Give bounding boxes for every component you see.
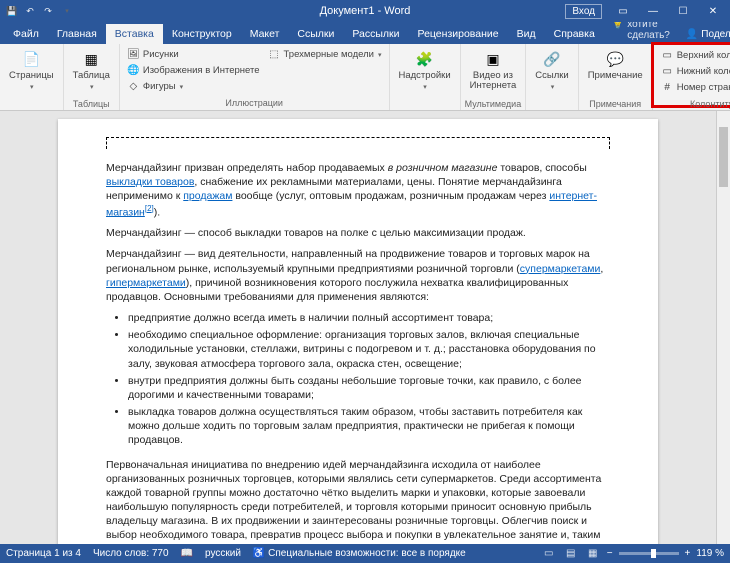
- tab-layout[interactable]: Макет: [241, 24, 289, 44]
- footer-icon: ▭: [661, 65, 674, 78]
- zoom-thumb[interactable]: [651, 549, 656, 558]
- close-icon[interactable]: ✕: [700, 1, 726, 21]
- tab-review[interactable]: Рецензирование: [409, 24, 508, 44]
- pagenum-button[interactable]: #Номер страницы▾: [658, 80, 730, 95]
- signin-button[interactable]: Вход: [565, 4, 602, 19]
- list-item[interactable]: внутри предприятия должны быть созданы н…: [128, 374, 610, 402]
- shapes-button[interactable]: ◇Фигуры▾: [124, 79, 263, 94]
- comment-icon: 💬: [605, 49, 625, 69]
- video-button[interactable]: ▣Видео из Интернета: [465, 47, 522, 95]
- document-area[interactable]: Мерчандайзинг призван определять набор п…: [0, 111, 716, 544]
- paragraph[interactable]: Первоначальная инициатива по внедрению и…: [106, 458, 610, 544]
- link[interactable]: выкладки товаров: [106, 176, 194, 188]
- tab-file[interactable]: Файл: [4, 24, 48, 44]
- tab-home[interactable]: Главная: [48, 24, 106, 44]
- 3dmodels-button[interactable]: ⬚Трехмерные модели▾: [265, 47, 385, 62]
- word-count[interactable]: Число слов: 770: [93, 548, 169, 559]
- zoom-level[interactable]: 119 %: [696, 548, 724, 559]
- tab-help[interactable]: Справка: [545, 24, 604, 44]
- list-item[interactable]: предприятие должно всегда иметь в наличи…: [128, 311, 610, 325]
- cube-icon: ⬚: [268, 48, 281, 61]
- print-layout-icon[interactable]: ▤: [563, 547, 579, 561]
- pages-button[interactable]: 📄Страницы▾: [4, 47, 59, 95]
- link-icon: 🔗: [542, 49, 562, 69]
- page-indicator[interactable]: Страница 1 из 4: [6, 548, 81, 559]
- tab-mailings[interactable]: Рассылки: [343, 24, 408, 44]
- language-indicator[interactable]: русский: [205, 548, 241, 559]
- paragraph[interactable]: Мерчандайзинг — вид деятельности, направ…: [106, 247, 610, 304]
- pagenum-icon: #: [661, 81, 674, 94]
- header-button[interactable]: ▭Верхний колонтитул▾: [658, 48, 730, 63]
- link[interactable]: супермаркетами: [520, 263, 601, 275]
- accessibility-indicator[interactable]: ♿ Специальные возможности: все в порядке: [253, 548, 466, 559]
- ribbon-opts-icon[interactable]: ▭: [610, 1, 636, 21]
- table-icon: ▦: [81, 49, 101, 69]
- spell-icon[interactable]: 📖: [181, 548, 193, 559]
- list-item[interactable]: необходимо специальное оформление: орган…: [128, 328, 610, 371]
- header-icon: ▭: [661, 49, 674, 62]
- scrollbar-thumb[interactable]: [719, 127, 728, 187]
- undo-icon[interactable]: ↶: [24, 5, 36, 17]
- links-button[interactable]: 🔗Ссылки▾: [530, 47, 573, 95]
- ribbon: 📄Страницы▾ ▦Таблица▾ Таблицы 🖼Рисунки 🌐И…: [0, 44, 730, 111]
- save-icon[interactable]: 💾: [6, 5, 18, 17]
- vertical-scrollbar[interactable]: [716, 111, 730, 544]
- paragraph[interactable]: Мерчандайзинг — способ выкладки товаров …: [106, 226, 610, 240]
- ribbon-tabs: Файл Главная Вставка Конструктор Макет С…: [0, 22, 730, 44]
- minimize-icon[interactable]: —: [640, 1, 666, 21]
- zoom-in-icon[interactable]: +: [685, 548, 691, 559]
- picture-icon: 🖼: [127, 48, 140, 61]
- window-title: Документ1 - Word: [320, 5, 411, 17]
- table-button[interactable]: ▦Таблица▾: [68, 47, 115, 95]
- page[interactable]: Мерчандайзинг призван определять набор п…: [58, 119, 658, 544]
- tab-references[interactable]: Ссылки: [288, 24, 343, 44]
- footer-button[interactable]: ▭Нижний колонтитул▾: [658, 64, 730, 79]
- link[interactable]: гипермаркетами: [106, 277, 186, 289]
- list-item[interactable]: выкладка товаров должна осуществляться т…: [128, 405, 610, 448]
- maximize-icon[interactable]: ☐: [670, 1, 696, 21]
- statusbar: Страница 1 из 4 Число слов: 770 📖 русски…: [0, 544, 730, 563]
- online-picture-icon: 🌐: [127, 64, 140, 77]
- video-icon: ▣: [483, 49, 503, 69]
- header-footer-group: ▭Верхний колонтитул▾ ▭Нижний колонтитул▾…: [651, 42, 730, 108]
- pages-icon: 📄: [21, 49, 41, 69]
- zoom-out-icon[interactable]: −: [607, 548, 613, 559]
- redo-icon[interactable]: ↷: [42, 5, 54, 17]
- share-icon: 👤: [686, 29, 698, 40]
- zoom-slider[interactable]: [619, 552, 679, 555]
- addin-icon: 🧩: [415, 49, 435, 69]
- addins-button[interactable]: 🧩Надстройки▾: [394, 47, 456, 95]
- tab-insert[interactable]: Вставка: [106, 24, 163, 44]
- tab-view[interactable]: Вид: [508, 24, 545, 44]
- pictures-button[interactable]: 🖼Рисунки: [124, 47, 263, 62]
- qat-more-icon[interactable]: ▾: [61, 5, 73, 17]
- footnote-ref[interactable]: [2]: [145, 204, 154, 213]
- tab-design[interactable]: Конструктор: [163, 24, 241, 44]
- shapes-icon: ◇: [127, 80, 140, 93]
- link[interactable]: продажам: [183, 190, 232, 202]
- header-region[interactable]: [106, 137, 610, 149]
- comment-button[interactable]: 💬Примечание: [583, 47, 648, 95]
- web-layout-icon[interactable]: ▦: [585, 547, 601, 561]
- paragraph[interactable]: Мерчандайзинг призван определять набор п…: [106, 161, 610, 219]
- read-mode-icon[interactable]: ▭: [541, 547, 557, 561]
- online-pictures-button[interactable]: 🌐Изображения в Интернете: [124, 63, 263, 78]
